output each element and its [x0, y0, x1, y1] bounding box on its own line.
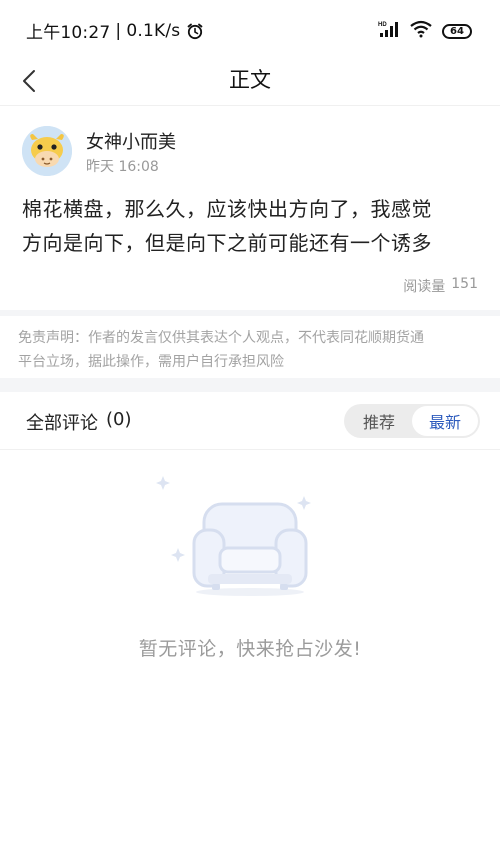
post-body: 棉花横盘，那么久，应该快出方向了，我感觉 方向是向下，但是向下之前可能还有一个诱…	[22, 192, 482, 260]
comments-title: 全部评论 (0)	[26, 409, 132, 435]
status-bar: 上午10:27 | 0.1K/s HD 64	[0, 0, 500, 58]
read-count-value: 151	[451, 276, 478, 292]
cow-avatar-icon	[22, 126, 72, 176]
status-left: 上午10:27 | 0.1K/s	[26, 18, 204, 43]
empty-sofa-illustration	[150, 470, 350, 620]
sofa-icon	[156, 476, 311, 596]
status-time: 上午10:27	[26, 23, 111, 43]
comments-title-label: 全部评论	[26, 413, 98, 434]
alarm-icon	[186, 22, 204, 40]
signal-icon: HD	[378, 20, 400, 42]
post-time: 昨天 16:08	[86, 159, 159, 175]
disclaimer: 免责声明：作者的发言仅供其表达个人观点，不代表同花顺期货通 平台立场，据此操作，…	[0, 310, 500, 378]
disclaimer-line: 平台立场，据此操作，需用户自行承担风险	[18, 354, 284, 370]
section-divider	[0, 378, 500, 392]
comments-count: (0)	[106, 409, 132, 430]
sort-latest-button[interactable]: 最新	[412, 406, 478, 436]
sort-recommended-button[interactable]: 推荐	[346, 406, 412, 436]
hd-label: HD	[378, 22, 387, 28]
avatar[interactable]	[22, 126, 72, 176]
sort-toggle: 推荐 最新	[344, 404, 480, 438]
disclaimer-line: 免责声明：作者的发言仅供其表达个人观点，不代表同花顺期货通	[18, 330, 424, 346]
comments-header: 全部评论 (0) 推荐 最新	[0, 392, 500, 450]
read-count: 阅读量 151	[403, 276, 478, 296]
wifi-icon	[410, 20, 432, 42]
post-body-line: 棉花横盘，那么久，应该快出方向了，我感觉	[22, 197, 432, 221]
post-body-line: 方向是向下，但是向下之前可能还有一个诱多	[22, 231, 432, 255]
empty-comments-text: 暂无评论，快来抢占沙发!	[138, 638, 362, 660]
status-right: HD 64	[378, 20, 472, 42]
author-name[interactable]: 女神小而美	[86, 128, 176, 154]
battery-indicator: 64	[442, 23, 472, 39]
network-speed: 0.1K/s	[126, 20, 181, 41]
read-count-label: 阅读量	[403, 279, 446, 295]
nav-bar: 正文	[0, 58, 500, 106]
status-separator: |	[115, 20, 122, 41]
page-title: 正文	[229, 68, 271, 92]
